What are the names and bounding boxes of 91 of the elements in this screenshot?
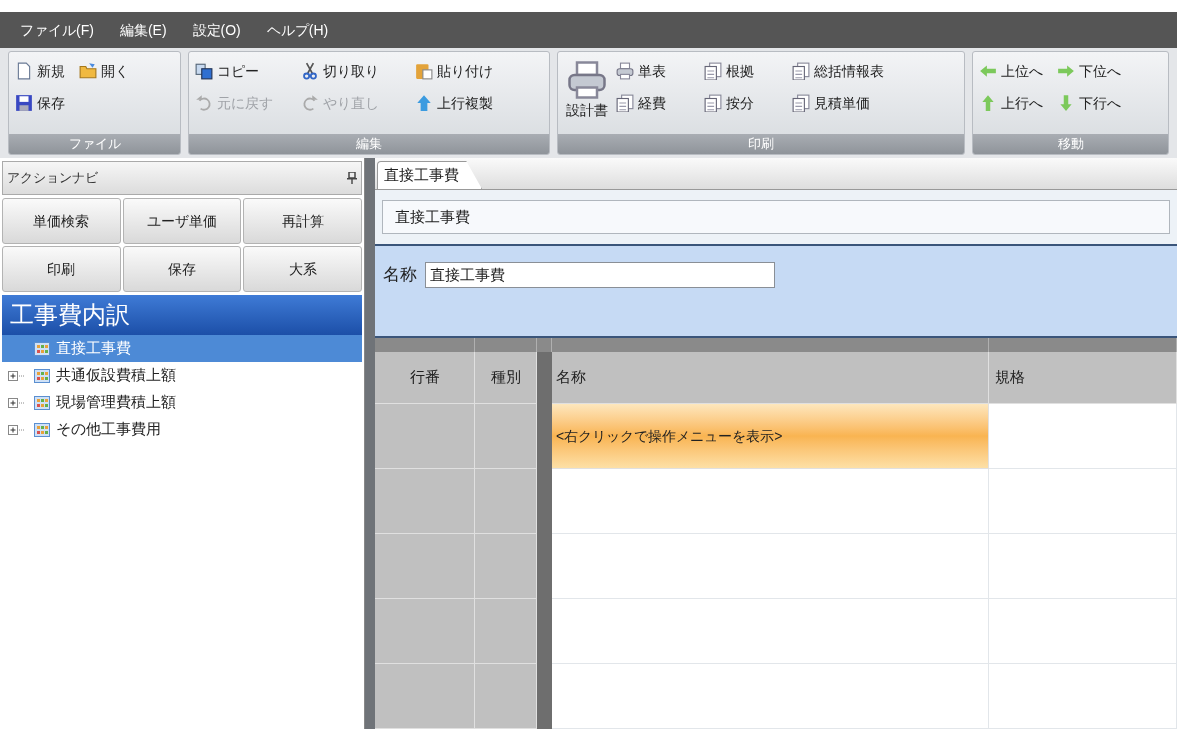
group-label: ファイル [68, 136, 121, 151]
table-cell[interactable] [552, 664, 989, 729]
row-header-cell[interactable] [375, 599, 475, 664]
column-header[interactable]: 種別 [475, 352, 537, 404]
name-label: 名称 [383, 264, 417, 286]
ribbon-button[interactable]: 上行複製 [415, 88, 525, 118]
splitter-bar[interactable] [365, 158, 375, 729]
row-header-cell[interactable] [375, 469, 475, 534]
table-icon [34, 368, 50, 383]
table-icon [34, 422, 50, 437]
ribbon-button[interactable]: 見積単価 [792, 88, 902, 118]
table-cell[interactable] [989, 534, 1177, 599]
ribbon-button[interactable]: 上位へ [979, 56, 1043, 86]
sheets-icon [704, 62, 722, 80]
ribbon-button[interactable]: 切り取り [301, 56, 401, 86]
expand-icon[interactable] [8, 397, 24, 408]
table-cell[interactable] [989, 404, 1177, 469]
redo-icon [301, 94, 319, 112]
sheets-icon [616, 94, 634, 112]
tree-item[interactable]: 共通仮設費積上額 [2, 362, 362, 389]
ribbon-button[interactable]: 単表 [616, 56, 690, 86]
tab[interactable]: 直接工事費 [377, 161, 482, 189]
ribbon-button[interactable]: 根拠 [704, 56, 778, 86]
ribbon-button[interactable]: 保存 [15, 88, 65, 118]
ribbon-button[interactable]: 開く [79, 56, 129, 86]
group-label: 移動 [1057, 136, 1084, 151]
tree-item[interactable]: その他工事費用 [2, 416, 362, 443]
ribbon-button[interactable]: 総括情報表 [792, 56, 902, 86]
column-header[interactable]: 規格 [989, 352, 1177, 404]
print-button[interactable]: 設計書 [564, 56, 610, 121]
table-cell[interactable] [552, 534, 989, 599]
tree-item[interactable]: 直接工事費 [2, 335, 362, 362]
ribbon-button[interactable]: 貼り付け [415, 56, 525, 86]
navi-button[interactable]: ユーザ単価 [122, 198, 242, 244]
row-header-cell[interactable] [375, 534, 475, 599]
table-cell[interactable]: <右クリックで操作メニューを表示> [552, 404, 989, 469]
pin-icon[interactable] [347, 172, 357, 184]
printer-icon [567, 60, 607, 100]
copy-icon [195, 62, 213, 80]
row-header-cell[interactable] [475, 599, 537, 664]
table-cell[interactable] [552, 599, 989, 664]
row-header-cell[interactable] [475, 664, 537, 729]
scissors-icon [301, 62, 319, 80]
path-field: 直接工事費 [382, 200, 1170, 234]
table-cell[interactable] [989, 469, 1177, 534]
column-header[interactable]: 名称 [552, 352, 989, 404]
ribbon-button[interactable]: 新規 [15, 56, 65, 86]
row-header-cell[interactable] [475, 404, 537, 469]
navi-button[interactable]: 印刷 [2, 246, 121, 292]
menu-item[interactable]: 編集(E) [119, 19, 167, 41]
tree-item[interactable]: 現場管理費積上額 [2, 389, 362, 416]
panel-title: アクションナビ [7, 169, 98, 188]
sheets-icon [704, 94, 722, 112]
printer-icon [616, 62, 634, 80]
row-header-cell[interactable] [475, 469, 537, 534]
row-header-cell[interactable] [375, 404, 475, 469]
table-cell[interactable] [989, 599, 1177, 664]
ribbon-button[interactable]: 按分 [704, 88, 778, 118]
group-label: 編集 [356, 136, 382, 151]
ribbon-button[interactable]: 下行へ [1057, 88, 1121, 118]
navi-button[interactable]: 再計算 [243, 198, 362, 244]
ribbon-button[interactable]: コピー [195, 56, 287, 86]
sheets-icon [792, 94, 810, 112]
menu-item[interactable]: ファイル(F) [20, 19, 94, 41]
sheets-icon [792, 62, 810, 80]
table-icon [34, 395, 50, 410]
table-cell[interactable] [552, 469, 989, 534]
group-label: 印刷 [748, 136, 774, 151]
navi-button[interactable]: 大系 [243, 246, 362, 292]
tree-title: 工事費内訳 [2, 295, 362, 335]
row-header-cell[interactable] [375, 664, 475, 729]
row-header-cell[interactable] [475, 534, 537, 599]
undo-icon [195, 94, 213, 112]
menu-item[interactable]: 設定(O) [192, 19, 241, 41]
ribbon-button[interactable]: 下位へ [1057, 56, 1121, 86]
up-arrow-icon [415, 94, 433, 112]
navi-button[interactable]: 保存 [122, 246, 242, 292]
save-icon [15, 94, 33, 112]
navi-button[interactable]: 単価検索 [2, 198, 121, 244]
column-header[interactable]: 行番 [375, 352, 475, 404]
ribbon-button[interactable]: 経費 [616, 88, 690, 118]
table-icon [34, 341, 50, 356]
folder-icon [79, 62, 97, 80]
table-cell[interactable] [989, 664, 1177, 729]
clipboard-icon [415, 62, 433, 80]
expand-icon[interactable] [8, 424, 24, 435]
menu-item[interactable]: ヘルプ(H) [266, 19, 329, 41]
expand-icon[interactable] [8, 370, 24, 381]
document-icon [15, 62, 33, 80]
name-input-field[interactable]: 直接工事費 [425, 262, 775, 288]
ribbon-button[interactable]: 上行へ [979, 88, 1043, 118]
